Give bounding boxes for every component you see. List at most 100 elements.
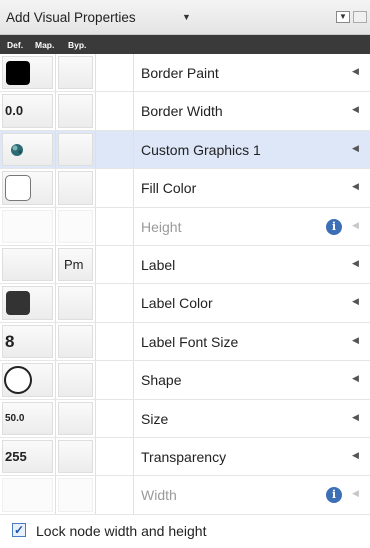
bypass-cell[interactable] xyxy=(96,169,134,207)
mapping-cell[interactable] xyxy=(56,130,96,169)
mapping-box xyxy=(58,171,93,205)
options-icon[interactable] xyxy=(353,11,367,23)
column-header-map: Map. xyxy=(35,40,55,50)
mapping-cell[interactable] xyxy=(56,361,96,399)
mapping-cell[interactable] xyxy=(56,92,96,130)
mapping-box xyxy=(58,439,93,474)
bypass-cell[interactable] xyxy=(96,322,134,361)
color-swatch xyxy=(6,61,30,85)
property-name-label: Border Width xyxy=(141,103,223,120)
mapping-cell[interactable] xyxy=(56,322,96,361)
property-row-custom-graphics-1[interactable]: Custom Graphics 1 ◀ xyxy=(0,130,370,170)
property-row-label-color[interactable]: Label Color ◀ xyxy=(0,284,370,323)
property-name-label: Fill Color xyxy=(141,180,197,197)
property-row-width[interactable]: Width i ◀ xyxy=(0,476,370,515)
property-row-fill-color[interactable]: Fill Color ◀ xyxy=(0,169,370,208)
default-value-cell[interactable] xyxy=(0,130,56,169)
ellipse-shape-icon xyxy=(4,366,32,395)
mapping-box xyxy=(58,94,93,128)
property-row-transparency[interactable]: 255 Transparency ◀ xyxy=(0,437,370,477)
lock-node-size-checkbox[interactable]: ✓ xyxy=(12,523,26,537)
property-row-border-width[interactable]: 0.0 Border Width ◀ xyxy=(0,92,370,131)
property-name-label: Label xyxy=(141,256,176,273)
property-row-size[interactable]: 50.0 Size ◀ xyxy=(0,399,370,438)
expand-arrow-icon[interactable]: ◀ xyxy=(352,450,359,461)
expand-arrow-icon[interactable]: ◀ xyxy=(352,104,359,115)
mapping-cell[interactable] xyxy=(56,284,96,322)
visual-properties-table: Border Paint ◀ 0.0 Border Width ◀ Custom Grap… xyxy=(0,54,370,515)
color-swatch xyxy=(6,291,30,316)
property-name-label: Transparency xyxy=(141,448,227,465)
default-value-cell[interactable] xyxy=(0,361,56,399)
info-icon[interactable]: i xyxy=(326,218,342,235)
default-value-text: 50.0 xyxy=(5,412,25,424)
default-value-cell[interactable] xyxy=(0,169,56,207)
bypass-cell[interactable] xyxy=(96,437,134,476)
default-value-text: 8 xyxy=(5,331,15,351)
property-name-label: Width xyxy=(141,487,177,504)
mapping-cell[interactable]: Pm xyxy=(56,245,96,284)
column-header-byp: Byp. xyxy=(68,40,87,50)
mapping-cell[interactable] xyxy=(56,54,96,92)
default-value-cell[interactable]: 8 xyxy=(0,322,56,361)
property-row-label[interactable]: Pm Label ◀ xyxy=(0,245,370,285)
add-visual-properties-menu[interactable]: Add Visual Properties xyxy=(6,10,136,25)
column-header-def: Def. xyxy=(7,40,24,50)
default-value-text: 255 xyxy=(5,448,27,464)
expand-arrow-icon[interactable]: ◀ xyxy=(352,412,359,423)
expand-arrow-icon[interactable]: ◀ xyxy=(352,181,359,192)
column-header-bar: Def. Map. Byp. xyxy=(0,35,370,54)
default-value-cell[interactable]: 255 xyxy=(0,437,56,476)
mapping-box xyxy=(58,324,93,359)
default-value-cell[interactable]: 0.0 xyxy=(0,92,56,130)
bypass-cell[interactable] xyxy=(96,361,134,399)
default-value-text: 0.0 xyxy=(5,103,24,119)
mapping-box xyxy=(58,56,93,90)
color-swatch xyxy=(5,175,31,202)
info-icon[interactable]: i xyxy=(326,487,342,504)
collapse-icon[interactable]: ▼ xyxy=(336,11,350,23)
bypass-cell[interactable] xyxy=(96,245,134,284)
bypass-cell[interactable] xyxy=(96,130,134,169)
bypass-cell[interactable] xyxy=(96,92,134,130)
property-row-height[interactable]: Height i ◀ xyxy=(0,207,370,246)
mapping-cell[interactable] xyxy=(56,399,96,437)
property-name-label: Shape xyxy=(141,372,182,389)
expand-arrow-icon[interactable]: ◀ xyxy=(352,335,359,346)
property-name-label: Height xyxy=(141,218,182,235)
lock-size-row: ✓ Lock node width and height xyxy=(0,515,370,548)
lock-node-size-label: Lock node width and height xyxy=(36,523,207,539)
custom-graphics-icon xyxy=(11,143,23,156)
default-value-cell xyxy=(0,207,56,245)
visual-properties-toolbar: Add Visual Properties ▼ ▼ xyxy=(0,0,370,35)
property-row-label-font-size[interactable]: 8 Label Font Size ◀ xyxy=(0,322,370,362)
property-row-border-paint[interactable]: Border Paint ◀ xyxy=(0,54,370,93)
property-row-shape[interactable]: Shape ◀ xyxy=(0,361,370,400)
expand-arrow-icon[interactable]: ◀ xyxy=(352,258,359,269)
mapping-cell xyxy=(56,207,96,245)
bypass-cell xyxy=(96,476,134,514)
default-value-box xyxy=(2,247,53,282)
mapping-cell[interactable] xyxy=(56,437,96,476)
expand-arrow-icon[interactable]: ◀ xyxy=(352,143,359,154)
default-value-cell[interactable] xyxy=(0,284,56,322)
expand-arrow-icon[interactable]: ◀ xyxy=(352,296,359,307)
default-value-cell[interactable] xyxy=(0,54,56,92)
default-value-cell[interactable]: 50.0 xyxy=(0,399,56,437)
default-value-cell[interactable] xyxy=(0,245,56,284)
bypass-cell[interactable] xyxy=(96,284,134,322)
bypass-cell[interactable] xyxy=(96,399,134,437)
mapping-value-text: Pm xyxy=(64,256,84,272)
bypass-cell[interactable] xyxy=(96,54,134,92)
mapping-box xyxy=(58,286,93,320)
mapping-box xyxy=(58,363,93,397)
property-name-label: Border Paint xyxy=(141,65,219,81)
property-name-label: Size xyxy=(141,410,169,427)
mapping-box xyxy=(58,132,93,167)
mapping-cell[interactable] xyxy=(56,169,96,207)
mapping-box xyxy=(58,209,93,243)
chevron-down-icon[interactable]: ▼ xyxy=(182,12,191,22)
property-name-label: Label Font Size xyxy=(141,333,239,350)
expand-arrow-icon[interactable]: ◀ xyxy=(352,66,359,77)
expand-arrow-icon[interactable]: ◀ xyxy=(352,373,359,384)
